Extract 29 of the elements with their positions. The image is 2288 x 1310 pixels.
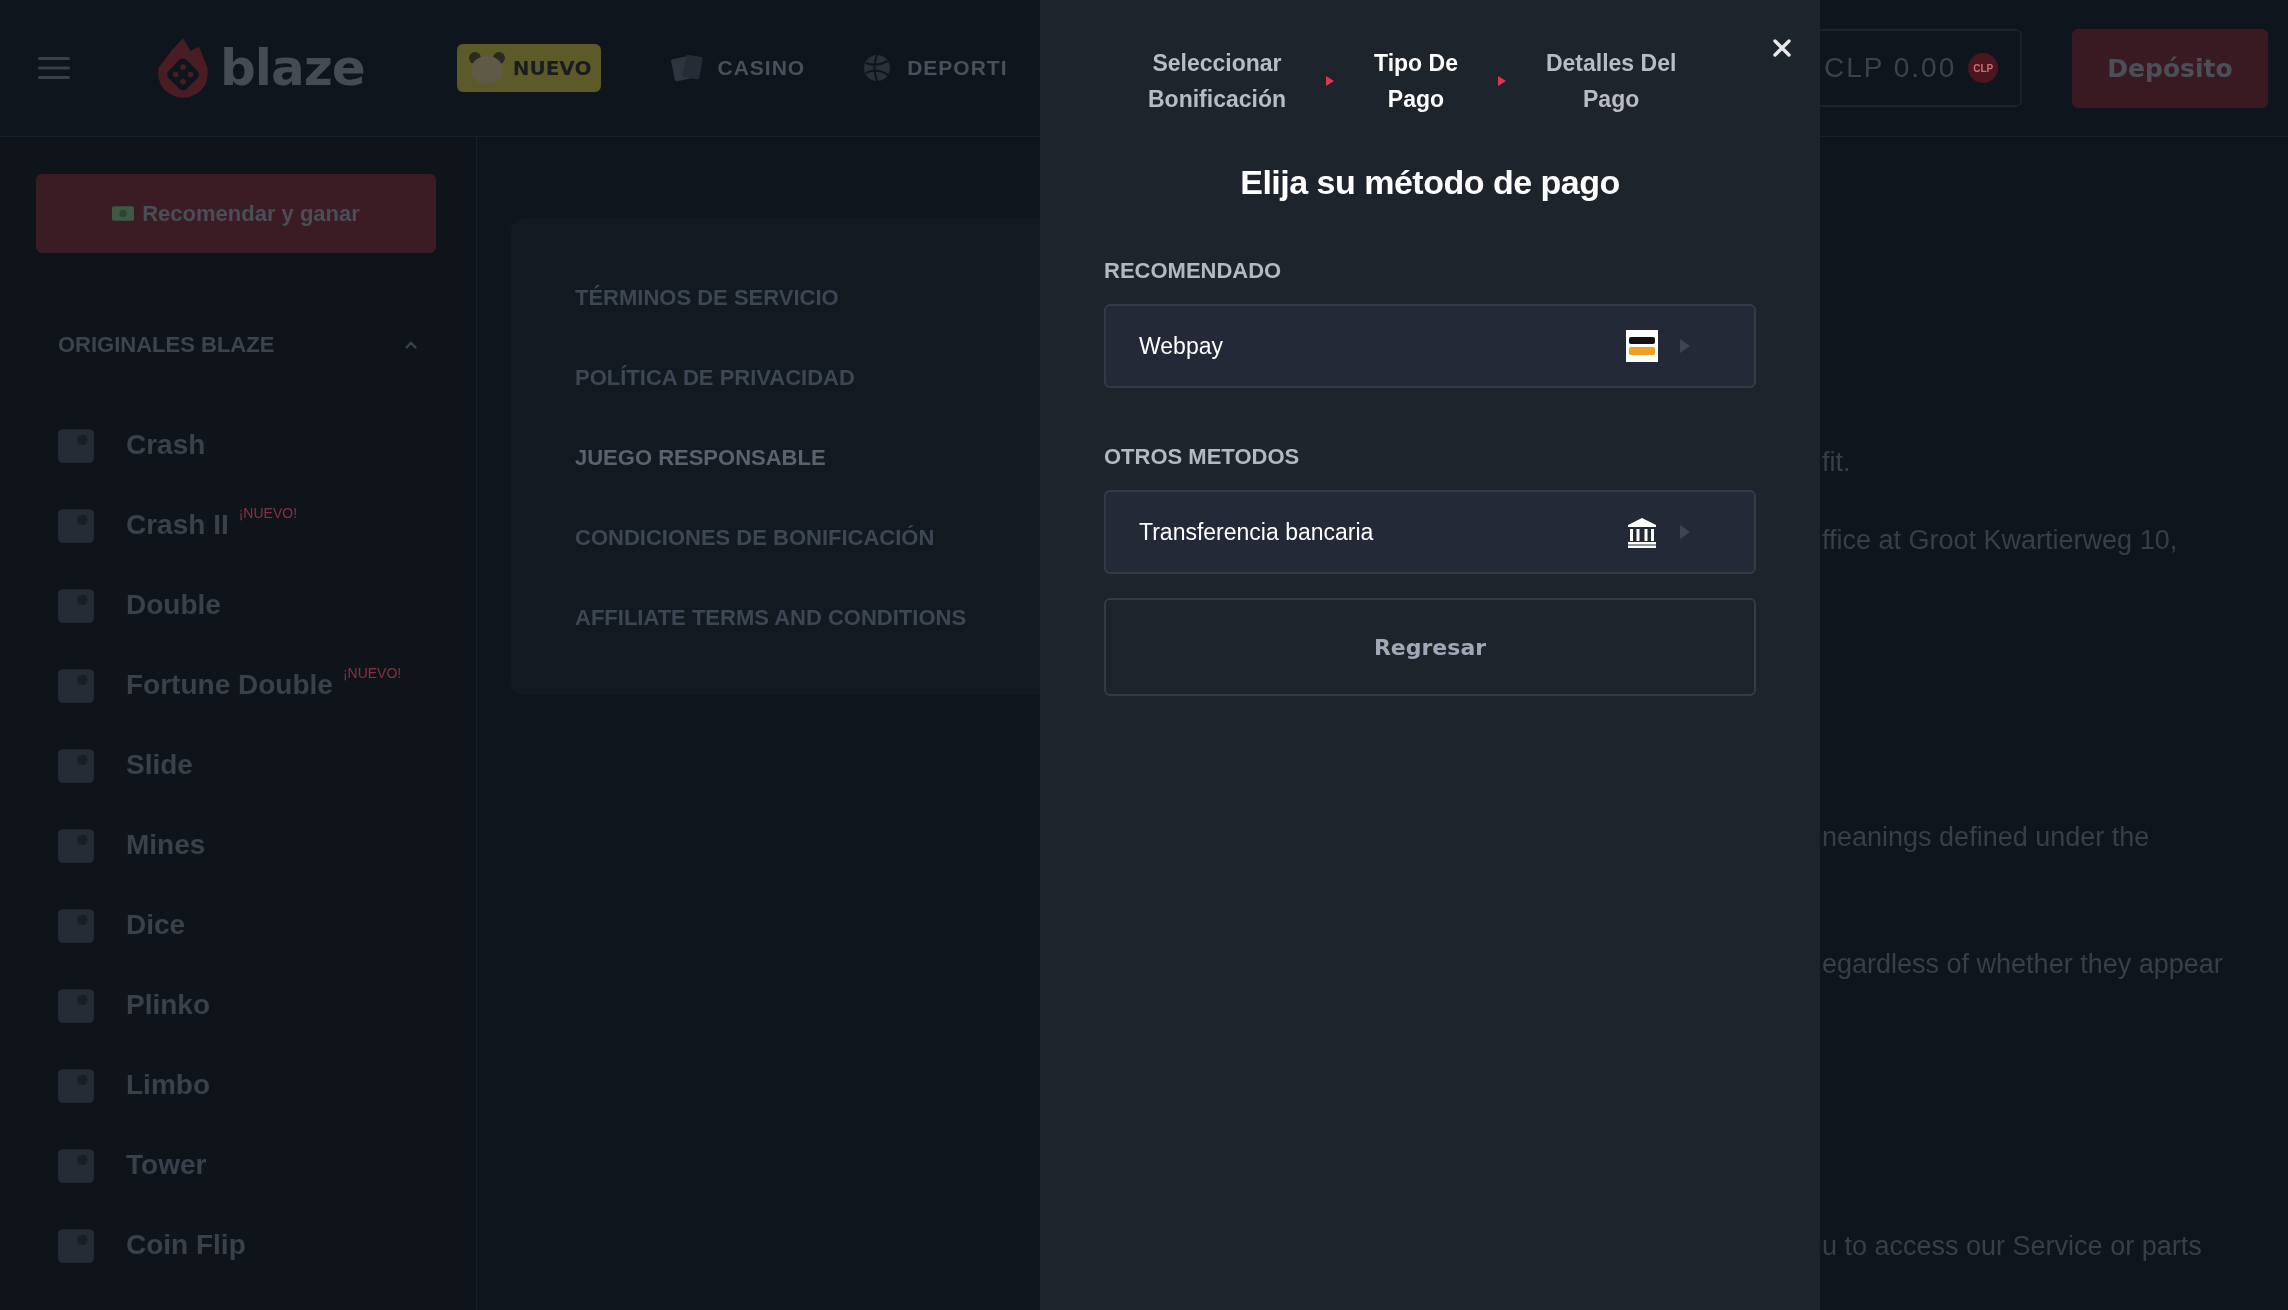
back-button[interactable]: Regresar bbox=[1104, 598, 1756, 696]
new-label: ¡NUEVO! bbox=[238, 505, 298, 521]
close-icon[interactable] bbox=[1772, 38, 1792, 58]
currency-badge: CLP bbox=[1968, 53, 1999, 83]
payment-option[interactable]: Webpay bbox=[1104, 304, 1756, 388]
payment-option[interactable]: Transferencia bancaria bbox=[1104, 490, 1756, 574]
modal-title: Elija su método de pago bbox=[1239, 163, 1621, 202]
step-label[interactable]: Detalles Del Pago bbox=[1545, 45, 1677, 117]
animal-head-icon bbox=[466, 50, 507, 86]
nav-link[interactable]: CASINO bbox=[671, 53, 806, 83]
step-arrow-icon bbox=[1497, 75, 1506, 87]
option-label: Transferencia bancaria bbox=[1139, 518, 1375, 546]
die-flame-icon bbox=[156, 36, 210, 100]
cards-icon bbox=[671, 53, 704, 83]
money-icon bbox=[112, 206, 135, 221]
bank-icon bbox=[1626, 516, 1658, 548]
step-label[interactable]: Seleccionar Bonificación bbox=[1148, 45, 1286, 117]
arrow-icon bbox=[1680, 525, 1690, 539]
section-label: OTROS METODOS bbox=[1104, 444, 1301, 470]
step-label[interactable]: Tipo De Pago bbox=[1374, 45, 1458, 117]
payment-logo-icon bbox=[1626, 330, 1658, 362]
nav-link[interactable]: DEPORTI bbox=[861, 53, 1008, 83]
step-arrow-icon bbox=[1326, 75, 1334, 87]
promo-badge[interactable]: NUEVO bbox=[456, 44, 602, 92]
new-label: ¡NUEVO! bbox=[342, 665, 402, 681]
legal-link[interactable]: JUEGO RESPONSABLE bbox=[575, 444, 826, 472]
option-label: Webpay bbox=[1139, 332, 1224, 360]
arrow-icon bbox=[1680, 339, 1690, 353]
section-label: RECOMENDADO bbox=[1104, 258, 1283, 284]
